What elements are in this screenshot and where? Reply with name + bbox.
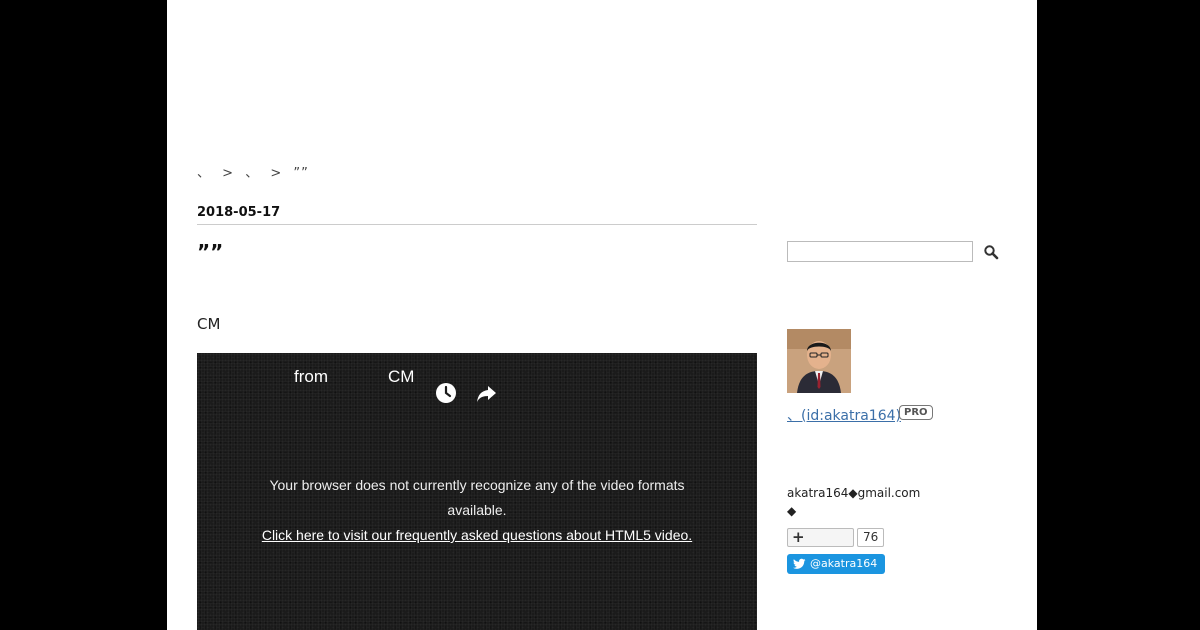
pro-badge[interactable]: PRO: [899, 405, 933, 420]
blog-page: 、 > 、 > ”” 2018-05-17 ”” CM from CM Your…: [167, 0, 1037, 630]
breadcrumb-item-2[interactable]: 、: [245, 166, 259, 181]
breadcrumb-item-3: ””: [293, 166, 309, 181]
profile-id-link[interactable]: 、(id:akatra164): [787, 405, 901, 425]
video-format-message: Your browser does not currently recogniz…: [269, 477, 685, 518]
breadcrumb: 、 > 、 > ””: [197, 162, 315, 181]
subscribe-button[interactable]: +: [787, 528, 854, 547]
video-header: from CM: [197, 367, 757, 403]
video-error-message: Your browser does not currently recogniz…: [257, 473, 697, 548]
breadcrumb-item-1[interactable]: 、: [197, 166, 211, 181]
html5-faq-link[interactable]: Click here to visit our frequently asked…: [257, 523, 697, 548]
breadcrumb-separator: >: [270, 166, 283, 181]
entry-title[interactable]: ””: [197, 240, 223, 264]
clock-icon[interactable]: [435, 382, 457, 404]
twitter-handle: @akatra164: [810, 557, 878, 570]
video-player[interactable]: from CM Your browser does not currently …: [197, 353, 757, 630]
entry-date[interactable]: 2018-05-17: [197, 205, 757, 225]
avatar-image: [787, 329, 851, 393]
share-icon[interactable]: [475, 382, 497, 404]
breadcrumb-separator: >: [222, 166, 235, 181]
subscriber-count: 76: [857, 528, 885, 547]
twitter-follow-button[interactable]: @akatra164: [787, 554, 885, 574]
search-input[interactable]: [787, 241, 973, 262]
twitter-bird-icon: [793, 558, 806, 569]
entry-text: CM: [197, 315, 221, 333]
plus-icon: +: [792, 528, 805, 546]
avatar[interactable]: [787, 329, 851, 393]
diamond-mark: ◆: [787, 504, 797, 518]
contact-email: akatra164◆gmail.com: [787, 486, 921, 500]
search-icon[interactable]: [983, 244, 999, 260]
video-from-label: from: [294, 367, 328, 386]
video-channel-name[interactable]: CM: [388, 367, 414, 387]
